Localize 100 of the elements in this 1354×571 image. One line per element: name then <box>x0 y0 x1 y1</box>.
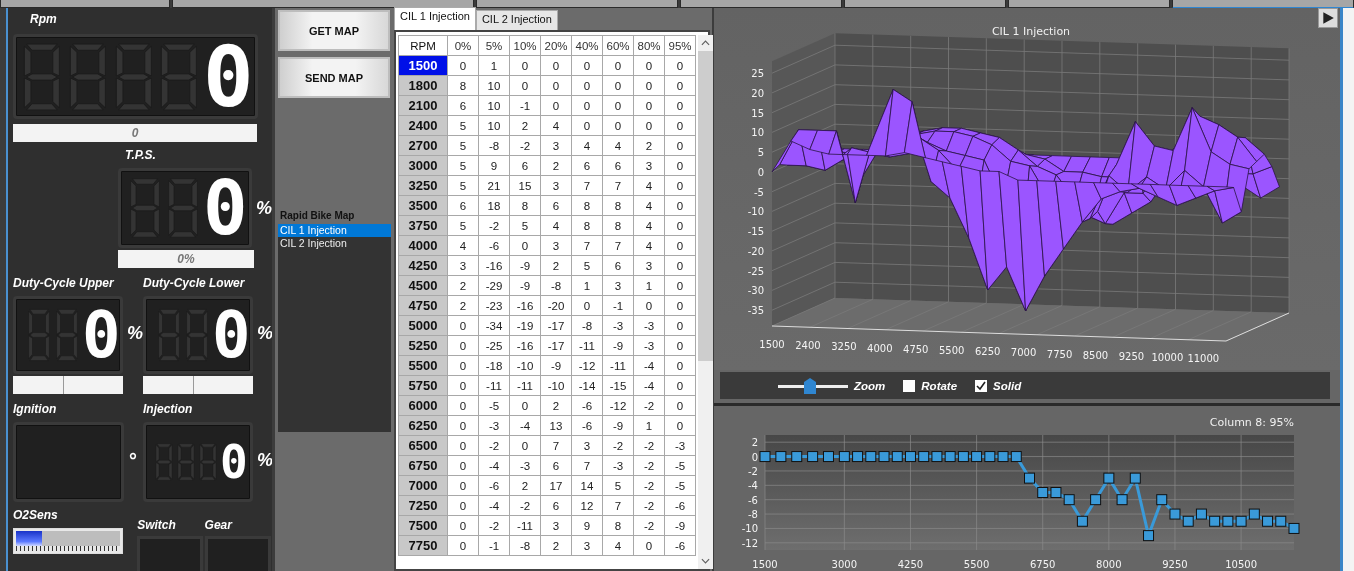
data-point <box>791 451 803 463</box>
scrollbar[interactable] <box>698 35 713 569</box>
row-header[interactable]: 3250 <box>398 175 448 196</box>
axis-tick-label: -30 <box>747 285 764 297</box>
axis-tick-label: -10 <box>747 206 764 218</box>
list-item[interactable]: CIL 2 Injection <box>278 237 391 250</box>
table-cell: 3 <box>540 135 572 156</box>
table-cell: 10 <box>478 75 510 96</box>
column-header: 10% <box>509 35 541 56</box>
data-point <box>1222 515 1234 527</box>
row-header[interactable]: 3500 <box>398 195 448 216</box>
table-cell: -8 <box>478 135 510 156</box>
axis-tick-label: -25 <box>747 265 764 277</box>
row-header[interactable]: 2700 <box>398 135 448 156</box>
row-header[interactable]: 4500 <box>398 275 448 296</box>
table-cell: 10 <box>478 95 510 116</box>
table-cell: 0 <box>664 75 696 96</box>
column-header: 80% <box>633 35 665 56</box>
row-header[interactable]: 5000 <box>398 315 448 336</box>
data-point <box>984 451 996 463</box>
table-cell: 4 <box>447 235 479 256</box>
data-point <box>1182 515 1194 527</box>
table-cell: -12 <box>602 395 634 416</box>
data-point <box>1063 494 1075 506</box>
data-point <box>1024 472 1035 484</box>
row-header[interactable]: 6250 <box>398 415 448 436</box>
table-cell: 0 <box>540 75 572 96</box>
checkbox[interactable] <box>903 379 916 392</box>
table-cell: 0 <box>447 535 479 556</box>
row-header[interactable]: 6500 <box>398 435 448 456</box>
table-cell: 0 <box>664 215 696 236</box>
row-header[interactable]: 2400 <box>398 115 448 136</box>
table-cell: 0 <box>447 455 479 476</box>
table-cell: -2 <box>633 515 665 536</box>
row-header[interactable]: 4250 <box>398 255 448 276</box>
data-point <box>1235 515 1247 527</box>
column-header: 95% <box>664 35 696 56</box>
play-button[interactable] <box>1318 8 1338 28</box>
table-cell: 6 <box>571 155 603 176</box>
checkbox[interactable] <box>975 379 988 392</box>
data-point <box>878 451 890 463</box>
table-cell: -9 <box>602 415 634 436</box>
tab[interactable]: CIL 2 Injection <box>475 10 558 30</box>
map-button[interactable]: SEND MAP <box>278 57 390 98</box>
row-header[interactable]: 7000 <box>398 475 448 496</box>
row-header[interactable]: 5250 <box>398 335 448 356</box>
row-header[interactable]: 5750 <box>398 375 448 396</box>
row-header[interactable]: 1800 <box>398 75 448 96</box>
table-cell: 0 <box>633 75 665 96</box>
axis-tick-label: -15 <box>747 226 764 238</box>
row-header[interactable]: 6750 <box>398 455 448 476</box>
row-header[interactable]: 6000 <box>398 395 448 416</box>
table-cell: 2 <box>447 295 479 316</box>
row-header[interactable]: 5500 <box>398 355 448 376</box>
zoom-slider[interactable] <box>778 377 848 394</box>
row-header[interactable]: 4750 <box>398 295 448 316</box>
table-cell: 0 <box>664 275 696 296</box>
axis-tick-label: 8500 <box>1082 349 1109 361</box>
table-cell: -6 <box>664 495 696 516</box>
axis-tick-label: 2400 <box>795 340 821 352</box>
chevron-down-icon[interactable] <box>701 558 710 564</box>
gauge-label: Duty-Cycle Lower <box>143 276 246 290</box>
table-cell: 0 <box>447 415 479 436</box>
unlit-digit-icon <box>154 442 174 482</box>
table-cell: 5 <box>447 135 479 156</box>
gauge-label: O2Sens <box>13 508 59 522</box>
table-cell: 0 <box>571 75 603 96</box>
row-header[interactable]: 4000 <box>398 235 448 256</box>
unlit-digit-icon <box>156 307 182 363</box>
row-header[interactable]: 3000 <box>398 155 448 176</box>
column-header: 20% <box>540 35 572 56</box>
table-cell: 0 <box>571 95 603 116</box>
table-cell: -5 <box>664 455 696 476</box>
row-header[interactable]: 7500 <box>398 515 448 536</box>
table-cell: 0 <box>664 355 696 376</box>
row-header[interactable]: 1500 <box>398 55 448 76</box>
row-header[interactable]: 7750 <box>398 535 448 556</box>
slider-thumb[interactable] <box>803 377 816 394</box>
table-cell: 13 <box>540 415 572 436</box>
data-point <box>823 451 834 463</box>
gauge-label: T.P.S. <box>125 148 157 162</box>
row-header[interactable]: 2100 <box>398 95 448 116</box>
row-header[interactable]: 7250 <box>398 495 448 516</box>
table-cell: 2 <box>540 255 572 276</box>
data-point <box>944 451 956 463</box>
table-cell: -2 <box>509 135 541 156</box>
table-cell: -6 <box>571 395 603 416</box>
table-cell: -1 <box>478 535 510 556</box>
tab[interactable]: CIL 1 Injection <box>394 7 476 30</box>
row-header[interactable]: 3750 <box>398 215 448 236</box>
list-item[interactable]: CIL 1 Injection <box>278 224 391 237</box>
display-value: 0 <box>220 439 246 485</box>
table-cell: 12 <box>571 495 603 516</box>
axis-tick-label: 4250 <box>897 559 924 570</box>
data-point <box>1156 494 1168 506</box>
map-button[interactable]: GET MAP <box>278 10 390 51</box>
data-point <box>1262 515 1274 527</box>
gauge-label: Duty-Cycle Upper <box>13 276 115 290</box>
chevron-up-icon[interactable] <box>701 40 710 46</box>
table-cell: 4 <box>571 135 603 156</box>
